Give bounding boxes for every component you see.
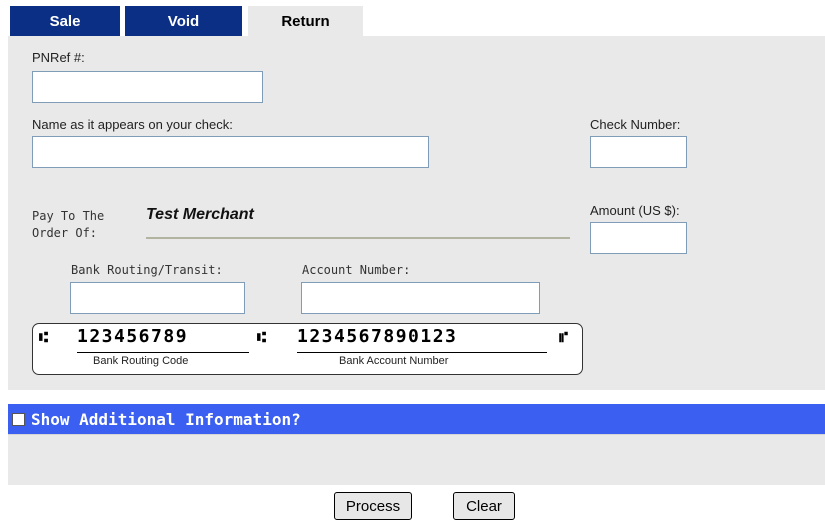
tab-strip: Sale Void Return — [0, 0, 825, 36]
pnref-input[interactable] — [32, 71, 263, 103]
check-number-label: Check Number: — [590, 117, 681, 132]
tab-sale[interactable]: Sale — [10, 6, 120, 36]
micr-account-caption: Bank Account Number — [339, 355, 449, 367]
tab-return-label: Return — [281, 12, 330, 30]
tab-return[interactable]: Return — [248, 6, 363, 36]
routing-label: Bank Routing/Transit: — [71, 263, 223, 277]
additional-info-panel — [8, 434, 825, 485]
tab-void-label: Void — [167, 12, 200, 30]
micr-routing-rule — [77, 352, 249, 353]
merchant-name: Test Merchant — [146, 206, 254, 223]
checkbox-icon[interactable] — [12, 412, 25, 426]
show-additional-info-label: Show Additional Information? — [31, 409, 301, 429]
micr-check-line: ⑆ 123456789 Bank Routing Code ⑆ 12345678… — [32, 323, 583, 375]
process-button[interactable]: Process — [334, 492, 412, 520]
pnref-label: PNRef #: — [32, 50, 85, 65]
check-number-input[interactable] — [590, 136, 687, 168]
pay-to-line — [146, 237, 570, 239]
micr-on-us-symbol-icon: ⑈ — [559, 328, 569, 346]
routing-input[interactable] — [70, 282, 245, 314]
check-name-label: Name as it appears on your check: — [32, 117, 233, 132]
account-input[interactable] — [301, 282, 540, 314]
amount-input[interactable] — [590, 222, 687, 254]
micr-account-rule — [297, 352, 547, 353]
micr-account-digits: 1234567890123 — [297, 326, 458, 347]
tab-void[interactable]: Void — [125, 6, 242, 36]
micr-routing-digits: 123456789 — [77, 326, 189, 347]
micr-transit-symbol-icon: ⑆ — [39, 328, 49, 346]
pay-to-line2: Order Of: — [32, 226, 98, 240]
amount-label: Amount (US $): — [590, 203, 680, 218]
micr-transit-symbol-2-icon: ⑆ — [257, 328, 267, 346]
micr-routing-caption: Bank Routing Code — [93, 355, 189, 367]
show-additional-info-toggle[interactable]: Show Additional Information? — [8, 404, 825, 434]
tab-sale-label: Sale — [49, 12, 81, 30]
clear-button[interactable]: Clear — [453, 492, 515, 520]
check-name-input[interactable] — [32, 136, 429, 168]
pay-to-line1: Pay To The — [32, 209, 105, 223]
account-label: Account Number: — [302, 263, 411, 277]
